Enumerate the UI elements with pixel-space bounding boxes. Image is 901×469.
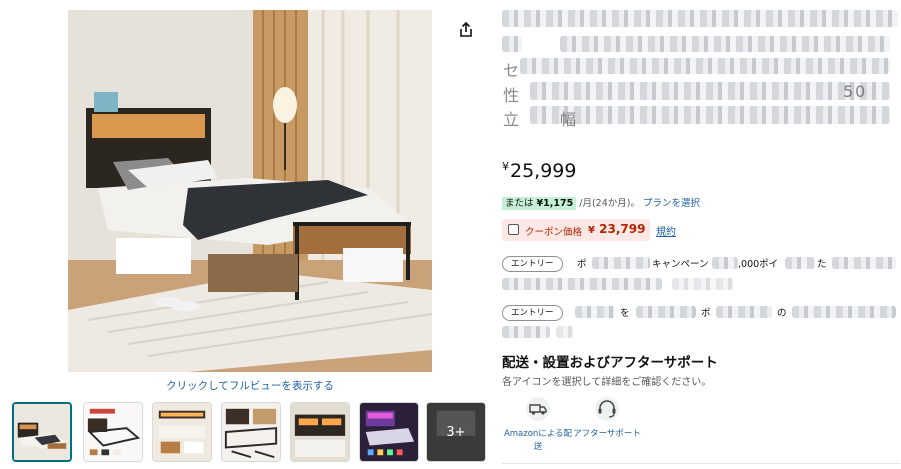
promo-1-text-d: た <box>817 259 827 270</box>
support-item-delivery[interactable]: Amazonによる配送 <box>502 396 574 454</box>
select-plan-link[interactable]: プランを選択 <box>643 198 700 209</box>
coupon-terms-link[interactable]: 規約 <box>656 223 676 238</box>
coupon-currency: ¥ <box>588 225 595 236</box>
share-icon[interactable] <box>456 20 476 40</box>
thumbnail-1[interactable] <box>12 402 72 462</box>
title-fragment-4: 幅 <box>560 110 579 129</box>
title-fragment-5: 50 <box>843 82 868 101</box>
thumbnail-5[interactable] <box>290 402 350 462</box>
monthly-payment: または ¥1,175 /月(24か月)。 プランを選択 <box>502 195 700 210</box>
monthly-prefix: または <box>505 198 534 209</box>
coupon-checkbox[interactable] <box>508 224 519 235</box>
promo-1-text-b: キャンペーン <box>652 259 709 270</box>
product-main-image[interactable] <box>68 10 432 372</box>
promo-1-text-c: ,000ポイ <box>738 259 779 270</box>
support-section-subtitle: 各アイコンを選択して詳細をご確認ください。 <box>502 377 712 388</box>
title-fragment-2: 性 <box>503 86 522 105</box>
monthly-highlight: または ¥1,175 <box>502 197 577 210</box>
coupon-amount: 23,799 <box>599 222 646 236</box>
promo-1-text-a: ポ <box>577 259 587 270</box>
monthly-suffix: /月(24か月)。 <box>579 198 640 209</box>
support-item-after-service-label: アフターサポート <box>573 429 641 439</box>
entry-pill-2[interactable]: エントリー <box>502 305 563 321</box>
support-section-title: 配送・設置およびアフターサポート <box>502 355 718 371</box>
thumbnail-6[interactable] <box>359 402 419 462</box>
headset-icon <box>594 396 620 422</box>
price-amount: 25,999 <box>510 160 577 182</box>
price-currency: ¥ <box>502 160 509 173</box>
title-fragment-1: セ <box>503 61 522 80</box>
product-price: ¥25,999 <box>502 160 576 182</box>
coupon-box[interactable]: クーポン価格 ¥ 23,799 <box>502 219 650 241</box>
promo-2-text-b: ポ <box>701 308 711 319</box>
entry-pill-1[interactable]: エントリー <box>502 256 563 272</box>
support-item-after-service[interactable]: アフターサポート <box>571 396 643 441</box>
thumbnail-4[interactable] <box>221 402 281 462</box>
promo-2-text-a: を <box>620 308 630 319</box>
truck-icon <box>525 396 551 422</box>
monthly-amount: ¥1,175 <box>536 198 574 209</box>
thumbnail-3[interactable] <box>152 402 212 462</box>
fullview-link[interactable]: クリックしてフルビューを表示する <box>68 378 432 393</box>
promo-2-text-c: の <box>777 308 787 319</box>
thumbnail-more[interactable]: 3+ <box>426 402 486 462</box>
section-divider <box>502 463 900 464</box>
coupon-label: クーポン価格 <box>525 227 583 238</box>
support-item-delivery-label: Amazonによる配送 <box>503 429 573 452</box>
coupon-price: ¥ 23,799 <box>588 222 645 236</box>
more-thumbnails-count: 3+ <box>446 425 466 440</box>
title-fragment-3: 立 <box>503 110 522 129</box>
thumbnail-2[interactable] <box>83 402 143 462</box>
